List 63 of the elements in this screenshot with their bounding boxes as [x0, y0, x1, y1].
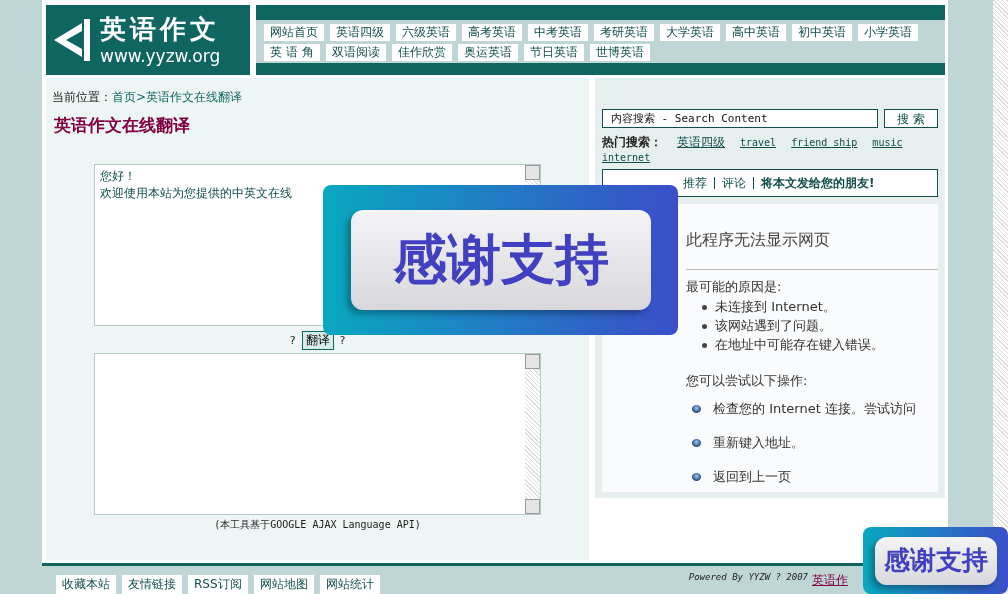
nav-link[interactable]: 大学英语	[660, 24, 720, 41]
hot-search-label: 热门搜索：	[602, 134, 662, 151]
hot-search-link[interactable]: internet	[602, 152, 651, 163]
nav-link[interactable]: 世博英语	[589, 44, 650, 61]
nav-link[interactable]: 高中英语	[726, 24, 786, 41]
action-link[interactable]: 推荐	[683, 174, 707, 192]
bullet-icon	[692, 439, 701, 447]
suggestion-text: 检查您的 Internet 连接。尝试访问	[713, 400, 916, 418]
nav-link[interactable]: 高考英语	[462, 24, 522, 41]
hot-search-link[interactable]: friend ship	[791, 137, 858, 148]
logo-url: www.yyzw.org	[100, 45, 221, 67]
nav-link[interactable]: 节日英语	[523, 44, 584, 61]
nav-link[interactable]: 小学英语	[858, 24, 918, 41]
nav-link[interactable]: 双语阅读	[325, 44, 386, 61]
nav-link[interactable]: 考研英语	[594, 24, 654, 41]
thanks-toast: 感谢支持	[863, 527, 1008, 594]
bullet-icon	[702, 323, 707, 329]
footer-link[interactable]: 网站统计	[319, 575, 380, 594]
powered-by: Powered By YYZW ? 2007	[688, 571, 808, 584]
translate-button[interactable]: 翻译	[301, 331, 334, 350]
action-link[interactable]: 将本文发给您的朋友!	[761, 174, 875, 192]
hot-search-link[interactable]: travel	[740, 137, 777, 148]
error-title: 此程序无法显示网页	[686, 230, 831, 251]
bullet-icon	[692, 405, 701, 413]
search-button[interactable]: 搜 索	[884, 109, 938, 128]
error-heading: 最可能的原因是:	[686, 278, 783, 296]
bullet-icon	[692, 473, 701, 481]
thanks-toast: 感谢支持	[323, 185, 678, 335]
nav-link[interactable]: 网站首页	[264, 24, 324, 41]
question-mark: ?	[339, 334, 346, 347]
breadcrumb-link[interactable]: 首页	[112, 89, 136, 106]
breadcrumb-label: 当前位置：	[52, 89, 112, 106]
bullet-icon	[702, 304, 707, 310]
nav-link[interactable]: 佳作欣赏	[391, 44, 452, 61]
caption: (本工具基于GOOGLE AJAX Language API)	[214, 518, 421, 532]
site-link[interactable]: 英语作	[812, 571, 848, 589]
scrollbar[interactable]	[525, 354, 540, 514]
logo[interactable]: 英语作文 www.yyzw.org	[46, 5, 250, 75]
logo-title: 英语作文	[100, 13, 221, 45]
cause-text: 该网站遇到了问题。	[715, 317, 832, 335]
footer-link[interactable]: RSS订阅	[188, 575, 248, 594]
search-field[interactable]: 内容搜索 - Search Content	[602, 109, 878, 128]
nav-link[interactable]: 中考英语	[528, 24, 588, 41]
error-heading: 您可以尝试以下操作:	[686, 372, 809, 390]
question-mark: ?	[289, 334, 296, 347]
nav-link[interactable]: 奥运英语	[457, 44, 518, 61]
footer-link[interactable]: 网站地图	[253, 575, 314, 594]
breadcrumb-link[interactable]: >英语作文在线翻译	[136, 89, 243, 106]
cause-text: 未连接到 Internet。	[715, 298, 836, 316]
suggestion-text: 重新键入地址。	[713, 434, 804, 452]
nav-link[interactable]: 英语四级	[330, 24, 390, 41]
footer-link[interactable]: 收藏本站	[56, 575, 116, 594]
nav-link[interactable]: 英 语 角	[264, 44, 320, 61]
page-title: 英语作文在线翻译	[54, 114, 190, 137]
nav-link[interactable]: 初中英语	[792, 24, 852, 41]
hot-search-link[interactable]: music	[872, 137, 903, 148]
bullet-icon	[702, 342, 707, 348]
action-link[interactable]: 评论	[722, 174, 746, 192]
nav-link[interactable]: 六级英语	[396, 24, 456, 41]
hot-search-link[interactable]: 英语四级	[677, 134, 725, 151]
suggestion-text: 返回到上一页	[713, 468, 791, 486]
cause-text: 在地址中可能存在键入错误。	[715, 336, 884, 354]
footer-link[interactable]: 友情链接	[122, 575, 182, 594]
